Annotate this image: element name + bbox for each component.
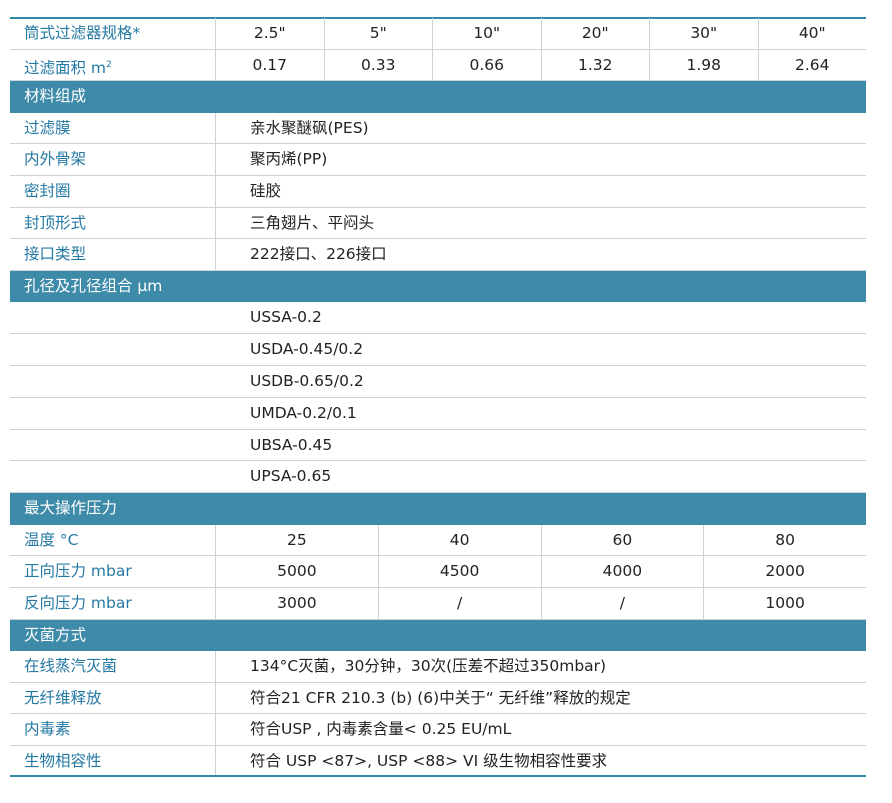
area-cell: 2.64 <box>794 55 830 74</box>
reverse-pressure-cell: / <box>542 587 705 619</box>
temp-cell: 60 <box>542 524 705 556</box>
area-label-text: 过滤面积 m <box>24 58 107 77</box>
reverse-pressure-label: 反向压力 mbar <box>10 587 216 619</box>
temp-cell: 25 <box>216 524 379 556</box>
sterilization-header: 灭菌方式 <box>10 619 866 652</box>
sterilization-row: 在线蒸汽灭菌 134°C灭菌，30分钟，30次(压差不超过350mbar) <box>10 651 866 683</box>
material-value: 222接口、226接口 <box>250 245 387 264</box>
area-row: 过滤面积 m2 0.17 0.33 0.66 1.32 1.98 2.64 <box>10 49 866 82</box>
area-cell: 0.33 <box>325 49 433 81</box>
size-cell: 5" <box>325 18 433 49</box>
material-value: 聚丙烯(PP) <box>250 150 328 169</box>
material-row: 过滤膜 亲水聚醚砜(PES) <box>10 112 866 145</box>
forward-pressure-row: 正向压力 mbar 5000 4500 4000 2000 <box>10 556 866 588</box>
material-value: 亲水聚醚砜(PES) <box>250 118 369 137</box>
area-cell: 1.98 <box>650 49 759 81</box>
materials-header: 材料组成 <box>10 81 866 113</box>
sterilization-label: 在线蒸汽灭菌 <box>10 651 216 682</box>
sterilization-label: 内毒素 <box>10 714 216 745</box>
forward-pressure-cell: 2000 <box>765 562 805 581</box>
pore-value: USDB-0.65/0.2 <box>250 371 364 390</box>
spec-table: 筒式过滤器规格* 2.5" 5" 10" 20" 30" 40" 过滤面积 m2… <box>10 18 866 778</box>
forward-pressure-label: 正向压力 mbar <box>10 556 216 587</box>
temp-cell: 40 <box>379 524 542 556</box>
pore-row: UPSA-0.65 <box>10 461 866 494</box>
sterilization-row: 无纤维释放 符合21 CFR 210.3 (b) (6)中关于“ 无纤维”释放的… <box>10 682 866 715</box>
pore-value: USDA-0.45/0.2 <box>250 340 364 359</box>
temp-row: 温度 °C 25 40 60 80 <box>10 524 866 557</box>
temp-label: 温度 °C <box>10 524 216 556</box>
material-row: 内外骨架 聚丙烯(PP) <box>10 144 866 176</box>
material-label: 内外骨架 <box>10 144 216 175</box>
pressure-header: 最大操作压力 <box>10 493 866 525</box>
area-label-sup: 2 <box>106 59 112 70</box>
sterilization-value: 符合 USP <87>, USP <88> VI 级生物相容性要求 <box>250 751 608 770</box>
size-cell: 20" <box>542 18 650 49</box>
size-cell: 10" <box>433 18 542 49</box>
forward-pressure-cell: 4000 <box>542 556 705 587</box>
sterilization-label: 生物相容性 <box>10 745 216 776</box>
sterilization-value: 符合21 CFR 210.3 (b) (6)中关于“ 无纤维”释放的规定 <box>250 688 631 707</box>
temp-cell: 80 <box>775 530 795 549</box>
sterilization-value: 134°C灭菌，30分钟，30次(压差不超过350mbar) <box>250 657 607 676</box>
material-row: 密封圈 硅胶 <box>10 175 866 208</box>
material-row: 接口类型 222接口、226接口 <box>10 239 866 271</box>
size-cell: 2.5" <box>216 18 325 49</box>
size-cell: 40" <box>798 24 826 42</box>
sterilization-value: 符合USP , 内毒素含量< 0.25 EU/mL <box>250 720 512 739</box>
pore-row: UBSA-0.45 <box>10 430 866 462</box>
reverse-pressure-cell: 1000 <box>765 593 805 612</box>
material-label: 封顶形式 <box>10 207 216 239</box>
material-row: 封顶形式 三角翅片、平闷头 <box>10 207 866 240</box>
size-cell: 30" <box>650 18 759 49</box>
pore-row: USDA-0.45/0.2 <box>10 334 866 366</box>
material-value: 三角翅片、平闷头 <box>250 213 375 232</box>
sterilization-row: 内毒素 符合USP , 内毒素含量< 0.25 EU/mL <box>10 714 866 746</box>
forward-pressure-cell: 4500 <box>379 556 542 587</box>
pore-row: USDB-0.65/0.2 <box>10 366 866 398</box>
area-cell: 0.17 <box>216 49 325 81</box>
pores-header: 孔径及孔径组合 μm <box>10 270 866 303</box>
reverse-pressure-cell: / <box>379 587 542 619</box>
sterilization-label: 无纤维释放 <box>10 682 216 714</box>
pore-value: USSA-0.2 <box>250 308 322 327</box>
material-value: 硅胶 <box>250 181 282 200</box>
size-label: 筒式过滤器规格* <box>10 18 216 49</box>
area-cell: 1.32 <box>542 49 650 81</box>
material-label: 过滤膜 <box>10 112 216 144</box>
pore-value: UBSA-0.45 <box>250 435 333 454</box>
forward-pressure-cell: 5000 <box>216 556 379 587</box>
area-cell: 0.66 <box>433 49 542 81</box>
pore-value: UPSA-0.65 <box>250 467 332 486</box>
pore-row: UMDA-0.2/0.1 <box>10 398 866 430</box>
pore-value: UMDA-0.2/0.1 <box>250 403 357 422</box>
material-label: 接口类型 <box>10 239 216 270</box>
size-row: 筒式过滤器规格* 2.5" 5" 10" 20" 30" 40" <box>10 18 866 50</box>
reverse-pressure-cell: 3000 <box>216 587 379 619</box>
area-label: 过滤面积 m2 <box>10 49 216 81</box>
sterilization-row: 生物相容性 符合 USP <87>, USP <88> VI 级生物相容性要求 <box>10 745 866 778</box>
pore-row: USSA-0.2 <box>10 302 866 335</box>
reverse-pressure-row: 反向压力 mbar 3000 / / 1000 <box>10 587 866 620</box>
material-label: 密封圈 <box>10 175 216 207</box>
